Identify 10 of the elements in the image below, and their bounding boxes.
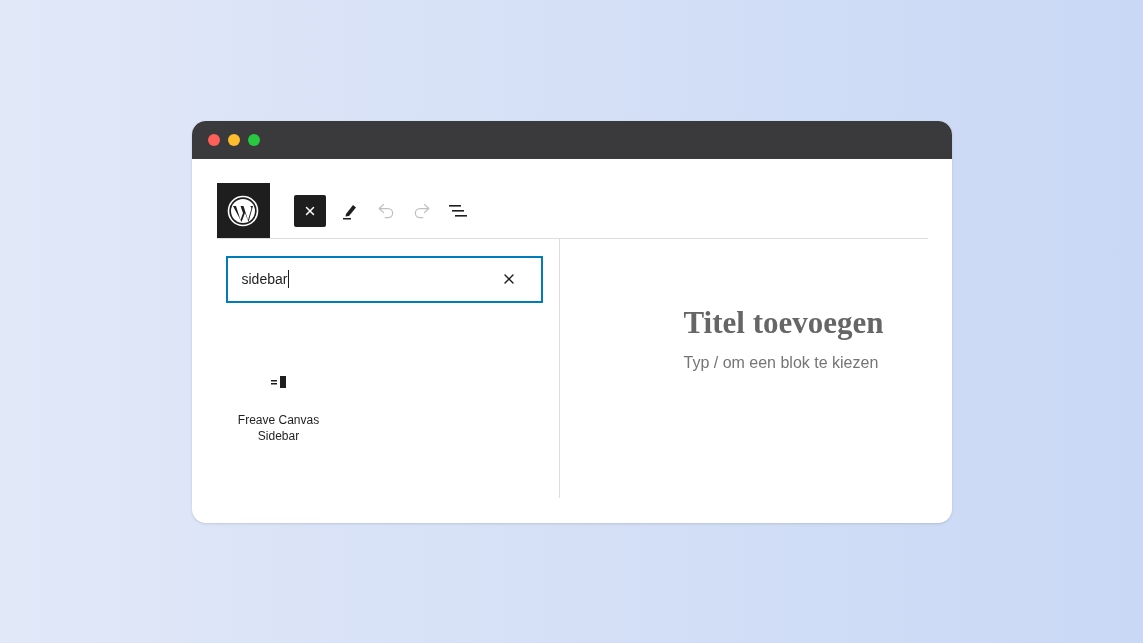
block-placeholder[interactable]: Typ / om een blok te kiezen (683, 350, 928, 375)
sidebar-block-icon (271, 375, 286, 388)
inserter-toggle-button[interactable] (293, 194, 326, 227)
wordpress-logo[interactable] (216, 183, 270, 238)
search-text: sidebar (241, 270, 290, 288)
block-result[interactable]: Freave Canvas Sidebar (225, 375, 332, 444)
list-icon (447, 202, 468, 219)
wordpress-icon (227, 194, 259, 227)
title-placeholder[interactable]: Titel toevoegen (683, 302, 928, 343)
search-field[interactable]: sidebar (225, 255, 543, 303)
